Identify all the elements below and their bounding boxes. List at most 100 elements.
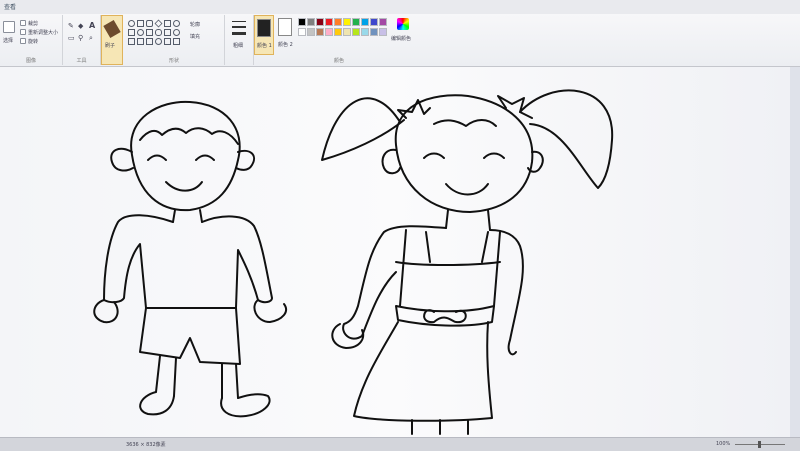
select-button[interactable]: 选择 <box>3 37 13 44</box>
diamond-shape-icon[interactable] <box>154 19 163 28</box>
four-point-star-shape-icon[interactable] <box>173 38 180 45</box>
polygon-shape-icon[interactable] <box>146 38 153 45</box>
palette-swatch[interactable] <box>343 18 351 26</box>
palette-swatch[interactable] <box>325 28 333 36</box>
palette-swatch[interactable] <box>343 28 351 36</box>
arrow-shape-icon[interactable] <box>128 29 135 36</box>
brushes-button[interactable]: 刷子 <box>101 15 123 65</box>
girl-pigtail-right <box>519 89 614 189</box>
color1-label: 颜色 1 <box>257 43 272 49</box>
color2-button[interactable]: 颜色 2 <box>276 15 296 55</box>
edit-colors-button[interactable]: 编辑颜色 <box>391 35 411 42</box>
image-dimensions: 3636 × 832像素 <box>126 442 166 448</box>
drawing-canvas[interactable] <box>0 67 790 437</box>
palette-swatch[interactable] <box>307 28 315 36</box>
color2-label: 颜色 2 <box>278 42 293 48</box>
palette-swatch[interactable] <box>298 28 306 36</box>
palette-swatch[interactable] <box>352 18 360 26</box>
palette-swatch[interactable] <box>370 18 378 26</box>
girl-skirt <box>353 321 493 422</box>
palette-swatch[interactable] <box>307 18 315 26</box>
resize-button[interactable]: 重新调整大小 <box>28 29 58 36</box>
star-shape-icon[interactable] <box>137 29 144 36</box>
zoom-level: 100% <box>716 441 731 447</box>
palette-swatch[interactable] <box>325 18 333 26</box>
palette-swatch[interactable] <box>361 28 369 36</box>
color1-swatch <box>257 19 271 37</box>
palette-swatch[interactable] <box>379 28 387 36</box>
boy-shorts <box>139 307 241 365</box>
boy-hand-left <box>93 299 119 324</box>
rounded-rect-shape-icon[interactable] <box>146 20 153 27</box>
boy-shoe-right <box>220 393 271 418</box>
boy-shoe-left <box>139 391 175 416</box>
boy-hand-right <box>253 299 288 323</box>
boy-head <box>130 100 241 212</box>
palette-swatch[interactable] <box>379 18 387 26</box>
brushes-label: 刷子 <box>105 43 116 49</box>
tools-group: ✎ ◆ A ▭ ⚲ ⌕ 工具 <box>63 15 101 65</box>
girl-bodice <box>395 261 501 266</box>
palette-swatch[interactable] <box>316 18 324 26</box>
fill-dropdown[interactable]: 填充 <box>190 33 200 40</box>
line-shape-icon[interactable] <box>128 38 135 45</box>
edit-colors-icon[interactable] <box>397 18 409 30</box>
palette-swatch[interactable] <box>352 28 360 36</box>
eraser-icon[interactable]: ▭ <box>68 34 75 42</box>
boy-neck <box>172 209 203 223</box>
shapes-group-label: 形状 <box>168 58 179 64</box>
girl-straps <box>399 229 501 307</box>
canvas-area <box>0 67 800 437</box>
crop-icon[interactable] <box>20 20 26 26</box>
pentagon-shape-icon[interactable] <box>164 29 171 36</box>
palette-swatch[interactable] <box>298 18 306 26</box>
fill-icon[interactable]: ◆ <box>78 22 83 30</box>
text-icon[interactable]: A <box>89 21 95 30</box>
outline-dropdown[interactable]: 轮廓 <box>190 21 200 28</box>
boy-hair <box>139 127 239 145</box>
size-line-thick <box>232 32 246 35</box>
pencil-icon[interactable]: ✎ <box>68 22 74 30</box>
girl-eye-right <box>483 152 505 159</box>
girl-bow-left <box>397 99 431 119</box>
size-button[interactable]: 粗细 <box>225 15 254 65</box>
palette-swatch[interactable] <box>334 28 342 36</box>
color1-button[interactable]: 颜色 1 <box>254 15 274 55</box>
crop-button[interactable]: 裁剪 <box>28 20 38 27</box>
tab-view[interactable]: 查看 <box>4 2 16 11</box>
hexagon-shape-icon[interactable] <box>146 29 153 36</box>
rotate-icon[interactable] <box>20 38 26 44</box>
size-line-thin <box>232 21 246 22</box>
cloud-shape-icon[interactable] <box>155 38 162 45</box>
circle-shape-icon[interactable] <box>173 20 180 27</box>
palette-swatch[interactable] <box>361 18 369 26</box>
boy-eye-right <box>195 154 215 161</box>
triangle-shape-icon[interactable] <box>164 20 171 27</box>
palette-swatch[interactable] <box>334 18 342 26</box>
rectangle-shape-icon[interactable] <box>137 20 144 27</box>
color-picker-icon[interactable]: ⚲ <box>78 34 83 42</box>
heart-shape-icon[interactable] <box>173 29 180 36</box>
palette-swatch[interactable] <box>370 28 378 36</box>
callout-shape-icon[interactable] <box>155 29 162 36</box>
image-group: 选择 裁剪 重新调整大小 旋转 图像 <box>0 15 63 65</box>
color2-swatch <box>278 18 292 36</box>
select-icon[interactable] <box>3 21 15 33</box>
zoom-slider-thumb[interactable] <box>758 441 761 448</box>
girl-figure <box>321 89 614 435</box>
tools-group-label: 工具 <box>76 58 87 64</box>
boy-eye-left <box>147 154 167 161</box>
palette-swatch[interactable] <box>316 28 324 36</box>
drawing <box>93 89 614 435</box>
menu-tab-bar: 查看 <box>0 0 800 14</box>
curve-shape-icon[interactable] <box>137 38 144 45</box>
oval-shape-icon[interactable] <box>128 20 135 27</box>
resize-icon[interactable] <box>20 29 26 35</box>
rotate-button[interactable]: 旋转 <box>28 38 38 45</box>
colors-group-label: 颜色 <box>333 58 344 64</box>
girl-bangs <box>433 119 497 127</box>
lightning-shape-icon[interactable] <box>164 38 171 45</box>
girl-belt <box>395 305 495 327</box>
magnifier-icon[interactable]: ⌕ <box>89 34 93 43</box>
colors-group: 颜色 1 颜色 2 编辑颜色 颜色 <box>254 15 424 65</box>
